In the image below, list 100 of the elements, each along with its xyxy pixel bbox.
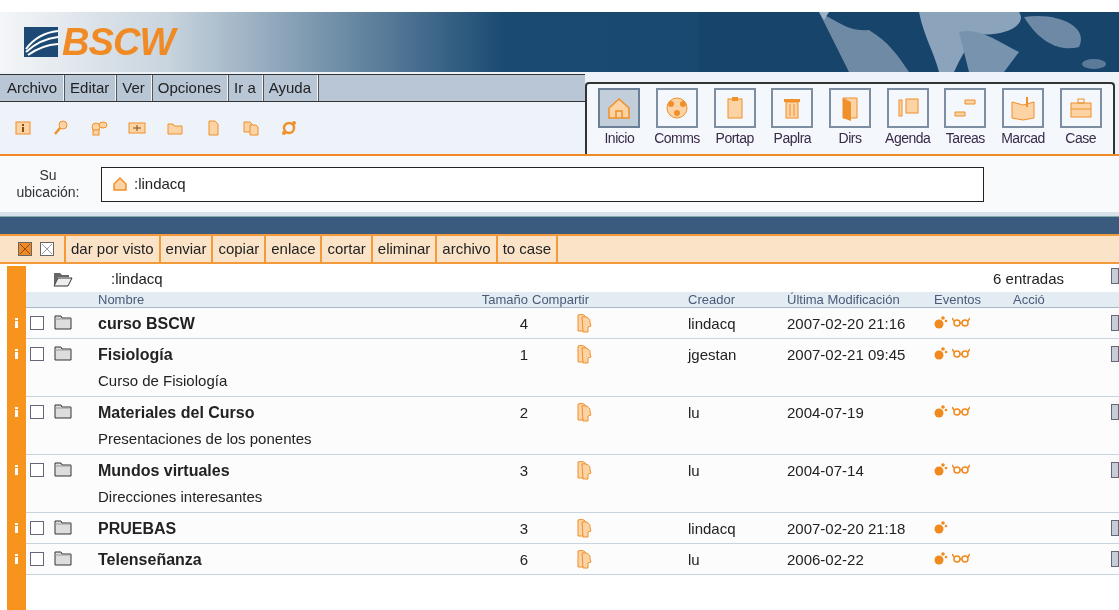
sharing-icon[interactable] [574,518,592,538]
folder-description: Presentaciones de los ponentes [98,429,313,449]
action-menu-icon[interactable] [1111,551,1119,567]
glasses-icon[interactable] [952,348,970,358]
column-header[interactable]: Última Modificación [787,292,934,307]
action-menu-icon[interactable] [1111,346,1119,362]
nav-button[interactable]: Marcad [994,88,1052,154]
folder-icon [54,346,72,361]
folder-title[interactable]: Fisiología [98,344,460,365]
refresh-icon[interactable] [280,119,298,137]
move-icon[interactable] [128,119,146,137]
menu-item[interactable]: Editar [64,75,117,101]
action-link[interactable]: enlace [266,236,323,262]
action-link[interactable]: dar por visto [66,236,161,262]
folder-title[interactable]: Telenseñanza [98,549,460,570]
new-event-icon[interactable] [934,520,948,534]
column-header[interactable]: Eventos [934,292,1013,307]
sharing-icon[interactable] [574,549,592,569]
folder-title[interactable]: Materiales del Curso [98,402,460,423]
info-icon[interactable] [14,119,32,137]
glasses-icon[interactable] [952,553,970,563]
checkbox[interactable] [30,316,44,330]
nav-button[interactable]: Case [1052,88,1110,154]
home-icon [112,176,128,192]
bookmark-icon [1009,94,1038,122]
column-header[interactable]: Acció [1013,292,1119,307]
nav-button[interactable]: Agenda [879,88,937,154]
creator-cell-text: jgestan [688,345,738,365]
column-header[interactable]: Compartir [528,292,688,307]
key-icon[interactable] [52,119,70,137]
new-event-icon[interactable] [934,315,948,329]
size-cell-text: 1 [518,345,528,365]
glasses-icon[interactable] [952,464,970,474]
folder-title[interactable]: PRUEBAS [98,518,460,539]
new-event-icon[interactable] [934,404,948,418]
action-link[interactable]: archivo [437,236,498,262]
sharing-icon[interactable] [574,460,592,480]
new-event-icon[interactable] [934,462,948,476]
modified-cell-text: 2007-02-20 21:16 [787,314,907,334]
folder-title[interactable]: Mundos virtuales [98,460,460,481]
modified-cell-text: 2004-07-19 [787,403,865,423]
action-link[interactable]: to case [497,236,559,262]
action-link[interactable]: enviar [160,236,214,262]
action-link[interactable]: copiar [213,236,267,262]
modified-cell-text: 2006-02-22 [787,550,865,570]
size-cell-text: 3 [518,461,528,481]
folder-icon [54,551,72,566]
nav-button[interactable]: Inicio [591,88,648,154]
sharing-icon[interactable] [574,313,592,333]
toolbar-handle-icon[interactable] [1111,268,1119,284]
checkbox[interactable] [30,521,44,535]
entry-count: 6 entradas [993,268,1064,289]
action-menu-icon[interactable] [1111,404,1119,420]
nav-button[interactable]: Dirs [821,88,879,154]
checkbox[interactable] [30,347,44,361]
action-menu-icon[interactable] [1111,520,1119,536]
size-cell-text: 2 [518,403,528,423]
column-header[interactable]: Creador [688,292,787,307]
size-cell-text: 3 [518,519,528,539]
nav-button[interactable]: Paplra [764,88,821,154]
location-label: Su ubicación: [15,167,81,201]
menu-item[interactable]: Ir a [228,75,263,101]
checkbox[interactable] [30,405,44,419]
action-menu-icon[interactable] [1111,462,1119,478]
select-all-icon[interactable] [18,242,32,256]
creator-cell-text: lindacq [688,519,737,539]
documents-icon[interactable] [242,119,260,137]
folder-title[interactable]: curso BSCW [98,313,460,334]
modified-cell-text: 2004-07-14 [787,461,865,481]
column-header[interactable]: Tamaño [460,292,528,307]
folder-icon [54,404,72,419]
nav-button[interactable]: Portap [706,88,763,154]
checkbox[interactable] [30,552,44,566]
folder-icon [54,462,72,477]
sharing-icon[interactable] [574,344,592,364]
folder-description: Curso de Fisiología [98,371,229,391]
menu-item[interactable]: Ayuda [262,75,319,101]
sharing-icon[interactable] [574,402,592,422]
new-event-icon[interactable] [934,551,948,565]
menu-item[interactable]: Archivo [1,75,65,101]
checkbox[interactable] [30,463,44,477]
size-cell-text: 4 [518,314,528,334]
folder-icon [54,520,72,535]
bscw-logo-icon [24,27,58,57]
creator-cell-text: lu [688,461,701,481]
deselect-all-icon[interactable] [40,242,54,256]
glasses-icon[interactable] [952,317,970,327]
action-link[interactable]: cortar [322,236,373,262]
folder-icon [54,315,72,330]
glasses-icon[interactable] [952,406,970,416]
action-menu-icon[interactable] [1111,315,1119,331]
creator-cell-text: lu [688,403,701,423]
menu-item[interactable]: Opciones [151,75,229,101]
nav-button[interactable]: Comms [648,88,706,154]
location-field[interactable]: :lindacq [101,166,984,202]
menu-item[interactable]: Ver [116,75,152,101]
column-header[interactable]: Nombre [98,292,460,307]
new-event-icon[interactable] [934,346,948,360]
action-link[interactable]: eliminar [372,236,438,262]
nav-button[interactable]: Tareas [937,88,994,154]
